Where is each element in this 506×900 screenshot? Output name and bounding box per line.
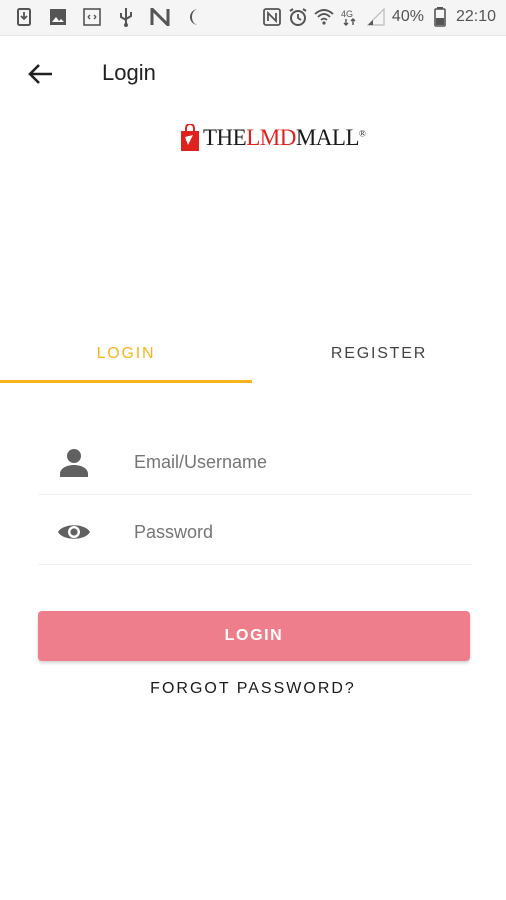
password-input[interactable] <box>134 510 454 554</box>
arrow-left-icon <box>28 64 52 84</box>
logo-highlight: LMD <box>246 125 296 150</box>
tab-register-label: REGISTER <box>330 345 428 362</box>
username-input[interactable] <box>134 440 454 484</box>
usb-icon <box>116 6 136 28</box>
logo-suffix: MALL <box>295 125 360 150</box>
battery-percent: 40% <box>391 8 424 25</box>
brand-logo: THELMDMALL® <box>180 124 366 152</box>
system-icons: 4G 40% 22:10 <box>262 6 496 28</box>
download-icon <box>14 6 34 28</box>
password-field <box>38 500 472 565</box>
tab-login-label: LOGIN <box>96 345 156 362</box>
person-icon <box>56 446 92 478</box>
logo-text: THELMDMALL® <box>203 125 366 151</box>
forgot-password-link[interactable]: FORGOT PASSWORD? <box>0 680 506 698</box>
app-bar: Login <box>0 36 506 112</box>
back-button[interactable] <box>22 56 58 92</box>
signal-icon <box>366 6 386 28</box>
shopping-bag-icon <box>181 124 199 151</box>
clock: 22:10 <box>455 8 496 25</box>
eye-icon[interactable] <box>56 516 92 548</box>
svg-text:4G: 4G <box>341 9 353 19</box>
data-icon: 4G <box>340 6 360 28</box>
username-field <box>38 430 472 495</box>
code-icon <box>82 6 102 28</box>
tab-indicator <box>0 380 252 383</box>
logo-prefix: THE <box>203 125 247 150</box>
tab-register[interactable]: REGISTER <box>253 326 505 382</box>
notification-icons <box>14 6 204 28</box>
battery-icon <box>430 6 450 28</box>
auth-tabs: LOGIN REGISTER <box>0 326 506 384</box>
login-button[interactable]: LOGIN <box>38 611 470 661</box>
image-icon <box>48 6 68 28</box>
moon-icon <box>184 6 204 28</box>
wifi-icon <box>314 6 334 28</box>
logo-mark: ® <box>359 128 366 139</box>
n-icon <box>150 6 170 28</box>
status-bar: 4G 40% 22:10 <box>0 0 506 36</box>
page-title: Login <box>102 60 156 85</box>
alarm-icon <box>288 6 308 28</box>
nfc-icon <box>262 6 282 28</box>
tab-login[interactable]: LOGIN <box>0 326 252 382</box>
